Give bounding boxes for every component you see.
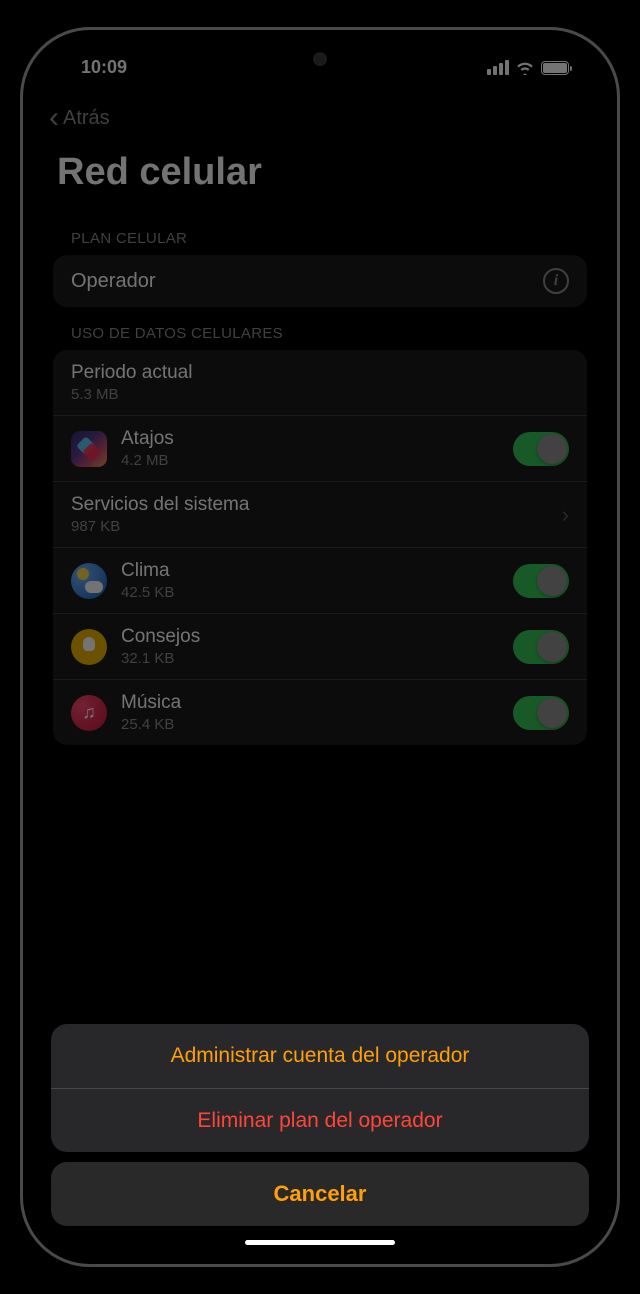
manage-carrier-account-button[interactable]: Administrar cuenta del operador — [51, 1024, 589, 1088]
carrier-row[interactable]: Operador i — [53, 255, 587, 307]
status-bar: 10:09 — [33, 40, 607, 95]
app-usage: 25.4 KB — [121, 716, 499, 733]
chevron-right-icon: › — [562, 502, 569, 528]
page-title: Red celular — [33, 145, 607, 212]
current-period-value: 5.3 MB — [71, 386, 569, 403]
tips-app-icon — [71, 629, 107, 665]
info-icon[interactable]: i — [543, 268, 569, 294]
shortcuts-app-icon — [71, 431, 107, 467]
front-camera — [313, 52, 327, 66]
toggle-atajos[interactable] — [513, 432, 569, 466]
action-sheet: Administrar cuenta del operador Eliminar… — [51, 1024, 589, 1226]
battery-icon — [541, 61, 569, 75]
app-usage: 32.1 KB — [121, 650, 499, 667]
system-services-value: 987 KB — [71, 518, 548, 535]
system-services-label: Servicios del sistema — [71, 494, 548, 516]
volume-up — [20, 290, 23, 360]
section-header-usage: USO DE DATOS CELULARES — [53, 307, 587, 350]
system-services-row[interactable]: Servicios del sistema 987 KB › — [53, 481, 587, 547]
app-usage: 42.5 KB — [121, 584, 499, 601]
weather-app-icon — [71, 563, 107, 599]
toggle-clima[interactable] — [513, 564, 569, 598]
action-sheet-group: Administrar cuenta del operador Eliminar… — [51, 1024, 589, 1152]
screen: 10:09 ‹ Atrás Red celular PLAN CELULAR — [33, 40, 607, 1254]
toggle-musica[interactable] — [513, 696, 569, 730]
cancel-button[interactable]: Cancelar — [51, 1162, 589, 1226]
phone-frame: 10:09 ‹ Atrás Red celular PLAN CELULAR — [20, 27, 620, 1267]
app-row-musica: ♫ Música 25.4 KB — [53, 679, 587, 745]
wifi-icon — [515, 60, 535, 75]
current-period-label: Periodo actual — [71, 362, 569, 384]
chevron-left-icon: ‹ — [49, 103, 59, 133]
app-usage: 4.2 MB — [121, 452, 499, 469]
app-row-consejos: Consejos 32.1 KB — [53, 613, 587, 679]
carrier-label: Operador — [71, 270, 529, 293]
remove-carrier-plan-button[interactable]: Eliminar plan del operador — [51, 1088, 589, 1152]
music-app-icon: ♫ — [71, 695, 107, 731]
status-time: 10:09 — [81, 57, 127, 78]
app-row-clima: Clima 42.5 KB — [53, 547, 587, 613]
power-button — [617, 320, 620, 430]
usage-card: Periodo actual 5.3 MB Atajos 4.2 MB Serv… — [53, 350, 587, 745]
back-label: Atrás — [63, 107, 110, 130]
home-indicator[interactable] — [245, 1240, 395, 1245]
nav-back[interactable]: ‹ Atrás — [33, 95, 607, 145]
app-name: Clima — [121, 560, 499, 582]
app-name: Música — [121, 692, 499, 714]
carrier-card: Operador i — [53, 255, 587, 307]
current-period-row[interactable]: Periodo actual 5.3 MB — [53, 350, 587, 415]
toggle-consejos[interactable] — [513, 630, 569, 664]
section-header-plan: PLAN CELULAR — [53, 212, 587, 255]
status-indicators — [487, 60, 569, 75]
app-row-atajos: Atajos 4.2 MB — [53, 415, 587, 481]
cellular-signal-icon — [487, 60, 509, 75]
app-name: Consejos — [121, 626, 499, 648]
mute-switch — [20, 225, 23, 260]
app-name: Atajos — [121, 428, 499, 450]
volume-down — [20, 375, 23, 445]
